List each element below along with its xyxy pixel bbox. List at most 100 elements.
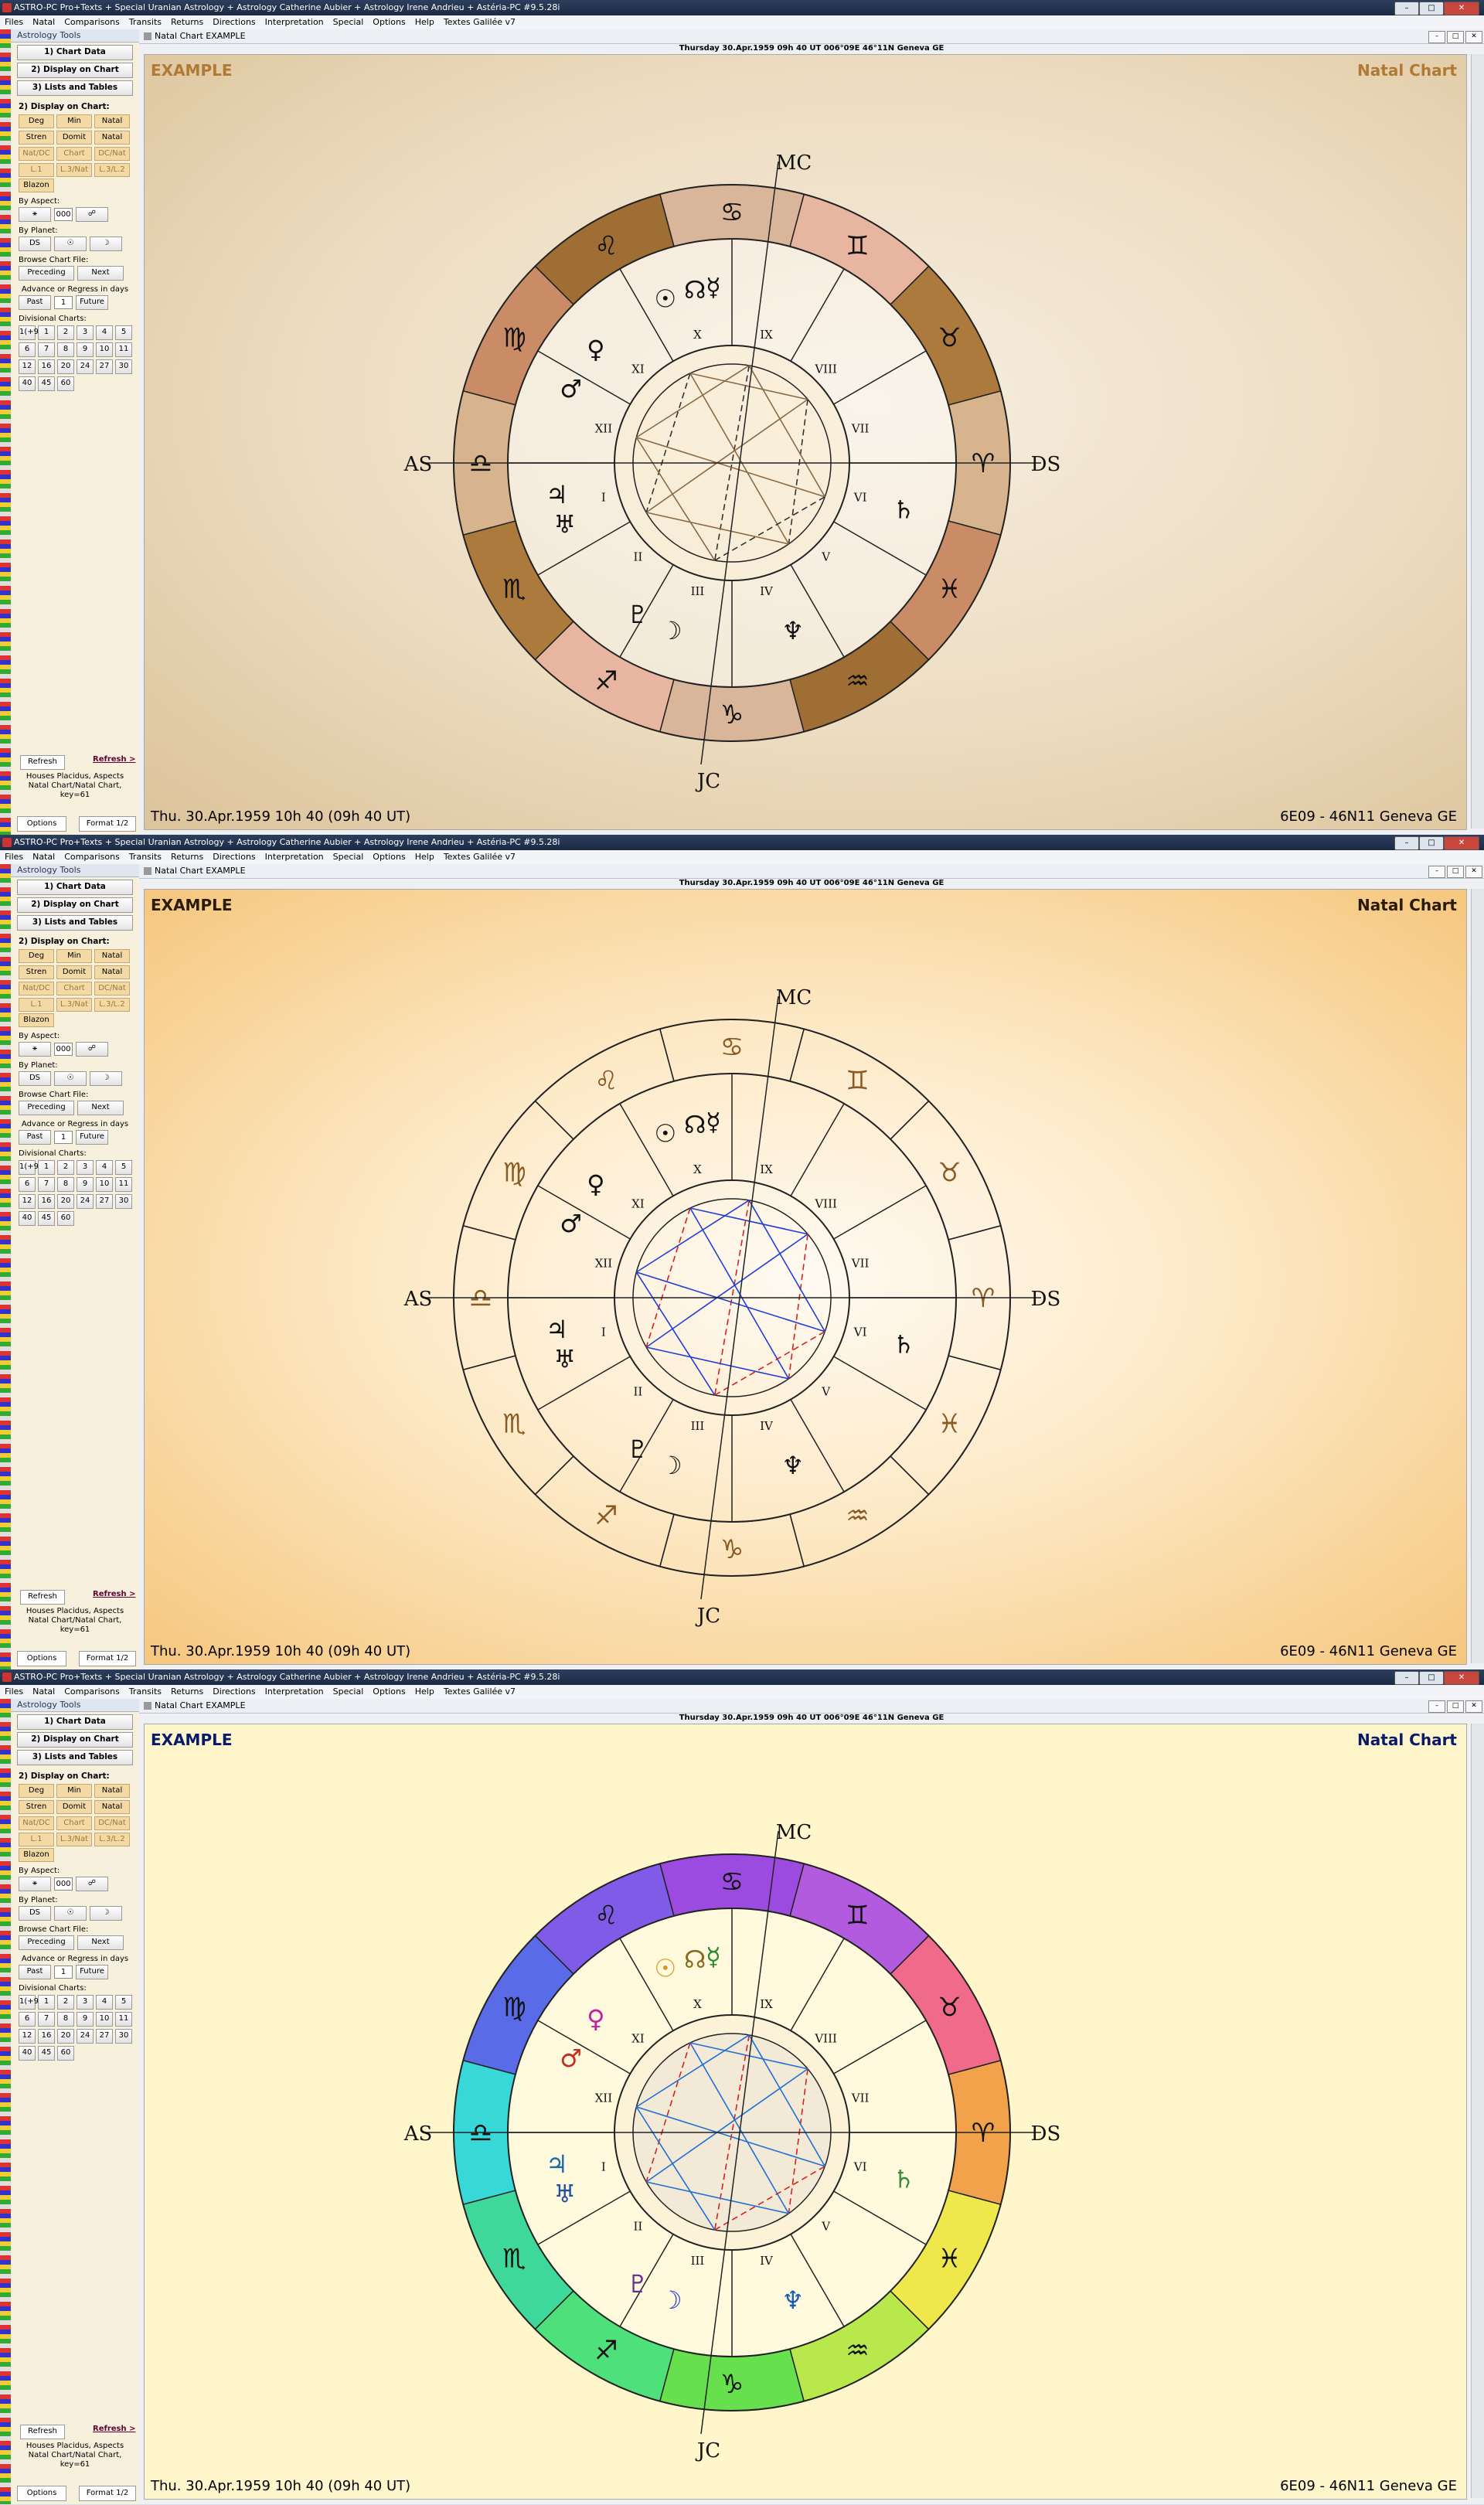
display-option-l-1[interactable]: L.1 (19, 1833, 54, 1846)
chart-data-button[interactable]: 1) Chart Data (17, 45, 133, 60)
options-button[interactable]: Options (17, 816, 66, 832)
aspect-conjunction-button[interactable]: ⚹ (19, 1877, 51, 1891)
divisional-chart-button[interactable]: 8 (57, 2012, 74, 2027)
display-option-domit[interactable]: Domit (56, 1800, 92, 1814)
divisional-chart-button[interactable]: 30 (115, 2029, 132, 2044)
display-option-dc-nat[interactable]: DC/Nat (94, 1816, 130, 1830)
divisional-chart-button[interactable]: 10 (96, 1177, 113, 1192)
menu-item-files[interactable]: Files (0, 850, 28, 864)
menu-item-options[interactable]: Options (368, 1685, 410, 1699)
divisional-chart-button[interactable]: 24 (77, 359, 94, 374)
divisional-chart-button[interactable]: 6 (19, 342, 36, 357)
sun-icon[interactable]: ☉ (54, 237, 87, 251)
refresh-link[interactable]: Refresh > (93, 1590, 135, 1598)
planet-ds-button[interactable]: DS (19, 1071, 51, 1086)
days-input[interactable]: 1 (54, 296, 73, 309)
next-button[interactable]: Next (77, 266, 124, 281)
display-option-l-3-l-2[interactable]: L.3/L.2 (94, 998, 130, 1012)
refresh-link[interactable]: Refresh > (93, 755, 135, 764)
moon-icon[interactable]: ☽ (90, 237, 122, 251)
divisional-chart-button[interactable]: 6 (19, 1177, 36, 1192)
display-option-domit[interactable]: Domit (56, 965, 92, 979)
menu-item-transits[interactable]: Transits (124, 1685, 166, 1699)
child-maximize-button[interactable]: □ (1447, 1700, 1464, 1713)
divisional-chart-button[interactable]: 6 (19, 2012, 36, 2027)
display-option-deg[interactable]: Deg (19, 1784, 54, 1798)
lists-and-tables-button[interactable]: 3) Lists and Tables (17, 1750, 133, 1765)
divisional-chart-button[interactable]: 30 (115, 359, 132, 374)
close-button[interactable]: ✕ (1444, 1671, 1479, 1685)
child-maximize-button[interactable]: □ (1447, 866, 1464, 878)
menu-item-natal[interactable]: Natal (28, 15, 60, 29)
divisional-chart-button[interactable]: 2 (57, 1160, 74, 1175)
divisional-chart-button[interactable]: 1(+9) (19, 1995, 42, 2010)
divisional-chart-button[interactable]: 40 (19, 2046, 36, 2061)
divisional-chart-button[interactable]: 11 (115, 342, 132, 357)
aspect-conjunction-button[interactable]: ⚹ (19, 1042, 51, 1057)
minimize-button[interactable]: – (1394, 1671, 1419, 1685)
divisional-chart-button[interactable]: 4 (96, 1995, 113, 2010)
menu-item-textes-galil-e-v7[interactable]: Textes Galilée v7 (439, 850, 520, 864)
menu-item-interpretation[interactable]: Interpretation (260, 15, 328, 29)
scrollbar[interactable] (1471, 1724, 1484, 2498)
aspect-opposition-button[interactable]: ☍ (76, 1877, 108, 1891)
future-button[interactable]: Future (76, 295, 108, 310)
divisional-chart-button[interactable]: 9 (77, 2012, 94, 2027)
display-option-deg[interactable]: Deg (19, 114, 54, 128)
display-option-nat-dc[interactable]: Nat/DC (19, 147, 54, 161)
menu-item-special[interactable]: Special (328, 850, 369, 864)
display-option-chart[interactable]: Chart (56, 1816, 92, 1830)
divisional-chart-button[interactable]: 8 (57, 1177, 74, 1192)
divisional-chart-button[interactable]: 7 (38, 1177, 55, 1192)
divisional-chart-button[interactable]: 10 (96, 2012, 113, 2027)
format-button[interactable]: Format 1/2 (79, 2486, 136, 2501)
moon-icon[interactable]: ☽ (90, 1906, 122, 1921)
preceding-button[interactable]: Preceding (19, 266, 74, 281)
options-button[interactable]: Options (17, 2486, 66, 2501)
refresh-button[interactable]: Refresh (20, 1590, 65, 1605)
menu-item-directions[interactable]: Directions (208, 850, 260, 864)
display-option-l-3-nat[interactable]: L.3/Nat (56, 998, 92, 1012)
child-minimize-button[interactable]: – (1428, 866, 1445, 878)
display-option-domit[interactable]: Domit (56, 131, 92, 145)
display-option-stren[interactable]: Stren (19, 1800, 54, 1814)
divisional-chart-button[interactable]: 60 (57, 2046, 74, 2061)
divisional-chart-button[interactable]: 2 (57, 325, 74, 340)
menu-item-comparisons[interactable]: Comparisons (60, 850, 124, 864)
menu-item-returns[interactable]: Returns (166, 1685, 208, 1699)
divisional-chart-button[interactable]: 5 (115, 1160, 132, 1175)
divisional-chart-button[interactable]: 4 (96, 325, 113, 340)
display-on-chart-button[interactable]: 2) Display on Chart (17, 897, 133, 913)
close-button[interactable]: ✕ (1444, 2, 1479, 15)
display-option-stren[interactable]: Stren (19, 131, 54, 145)
close-button[interactable]: ✕ (1444, 836, 1479, 850)
divisional-chart-button[interactable]: 9 (77, 342, 94, 357)
blazon-button[interactable]: Blazon (19, 1848, 54, 1862)
lists-and-tables-button[interactable]: 3) Lists and Tables (17, 915, 133, 931)
divisional-chart-button[interactable]: 10 (96, 342, 113, 357)
display-option-l-3-nat[interactable]: L.3/Nat (56, 1833, 92, 1846)
days-input[interactable]: 1 (54, 1131, 73, 1144)
divisional-chart-button[interactable]: 24 (77, 1194, 94, 1209)
menu-item-interpretation[interactable]: Interpretation (260, 1685, 328, 1699)
divisional-chart-button[interactable]: 16 (38, 359, 55, 374)
display-option-natal[interactable]: Natal (94, 131, 130, 145)
past-button[interactable]: Past (19, 295, 51, 310)
minimize-button[interactable]: – (1394, 2, 1419, 15)
moon-icon[interactable]: ☽ (90, 1071, 122, 1086)
divisional-chart-button[interactable]: 60 (57, 1211, 74, 1226)
display-option-stren[interactable]: Stren (19, 965, 54, 979)
menu-item-comparisons[interactable]: Comparisons (60, 15, 124, 29)
divisional-chart-button[interactable]: 12 (19, 1194, 36, 1209)
divisional-chart-button[interactable]: 60 (57, 376, 74, 391)
divisional-chart-button[interactable]: 20 (57, 2029, 74, 2044)
menu-item-textes-galil-e-v7[interactable]: Textes Galilée v7 (439, 1685, 520, 1699)
display-option-min[interactable]: Min (56, 949, 92, 963)
menu-item-files[interactable]: Files (0, 15, 28, 29)
menu-item-natal[interactable]: Natal (28, 1685, 60, 1699)
aspect-value[interactable]: 000 (54, 1043, 73, 1056)
divisional-chart-button[interactable]: 12 (19, 359, 36, 374)
menu-item-directions[interactable]: Directions (208, 1685, 260, 1699)
maximize-button[interactable]: □ (1419, 1671, 1444, 1685)
child-close-button[interactable]: ✕ (1465, 31, 1482, 43)
